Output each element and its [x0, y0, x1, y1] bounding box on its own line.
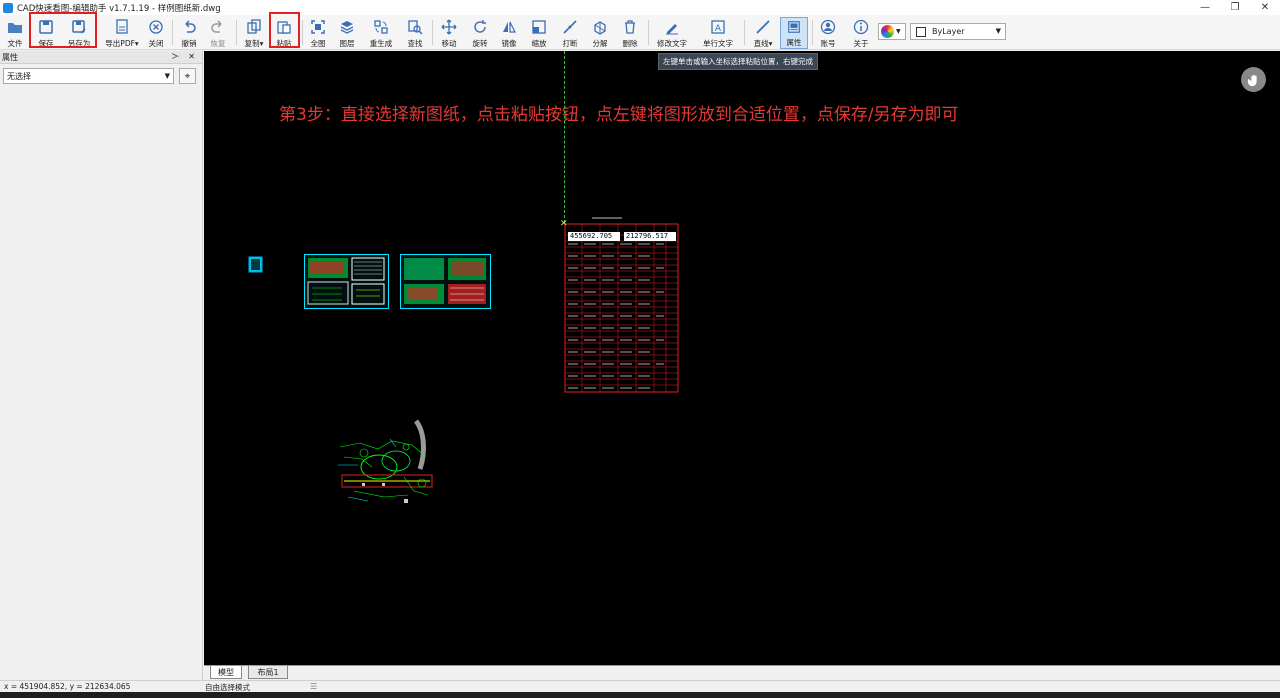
chevron-down-icon: ▼ [995, 27, 1001, 35]
restore-button[interactable]: ❐ [1220, 0, 1250, 15]
info-icon [853, 19, 869, 35]
trash-icon [625, 20, 635, 34]
properties-button[interactable]: 属性 [780, 17, 808, 49]
break-icon [563, 20, 577, 34]
snap-guide-line [564, 51, 565, 223]
panel-title: 属性 [2, 52, 18, 62]
move-icon [441, 19, 457, 35]
layer-dropdown-value: ByLayer [932, 27, 965, 36]
layout-tabs: 模型 布局1 [204, 665, 1280, 680]
crosshair-icon: ⌖ [184, 70, 191, 82]
redo-icon [211, 20, 222, 33]
edit-text-button[interactable]: 修改文字 [654, 17, 690, 49]
toolbar-divider [432, 20, 433, 45]
user-icon [820, 19, 836, 35]
export-pdf-button[interactable]: 导出PDF▾ [104, 17, 140, 49]
chevron-down-icon: ▼ [896, 28, 901, 35]
tab-layout1[interactable]: 布局1 [248, 666, 288, 679]
taskbar-strip [0, 692, 1280, 698]
undo-button[interactable]: 撤销 [178, 17, 200, 49]
cursor-crosshair: ✕ [560, 219, 568, 229]
properties-panel: 属性 ᑁ ✕ 无选择 ▼ ⌖ [0, 51, 203, 680]
app-logo-icon [3, 2, 13, 13]
redo-button[interactable]: 恢复 [207, 17, 229, 49]
drawing-sheets-group [304, 254, 491, 309]
account-button[interactable]: 账号 [817, 17, 839, 49]
explode-button[interactable]: 分解 [589, 17, 611, 49]
find-button[interactable]: 查找 [404, 17, 426, 49]
search-icon [408, 20, 423, 35]
minimize-button[interactable]: — [1190, 0, 1220, 15]
line-button[interactable]: 直线▾ [750, 17, 776, 49]
selection-dropdown[interactable]: 无选择 ▼ [3, 68, 174, 84]
coordinate-input-x[interactable]: 455692.705 [568, 232, 620, 241]
explode-icon [594, 21, 606, 35]
mirror-icon [503, 21, 516, 33]
layer-color-swatch [916, 26, 926, 37]
panel-controls[interactable]: ᑁ ✕ [172, 52, 198, 61]
single-text-button[interactable]: A 单行文字 [700, 17, 736, 49]
undo-icon [185, 20, 196, 33]
coordinate-table-drawing [564, 217, 679, 393]
toolbar-divider [236, 20, 237, 45]
instruction-annotation: 第3步：直接选择新图纸，点击粘贴按钮，点左键将图形放到合适位置，点保存/另存为即… [279, 105, 959, 125]
paste-tooltip: 左键单击或输入坐标选择粘贴位置，右键完成 [658, 53, 818, 70]
coordinate-input-y[interactable]: 212796.517 [624, 232, 676, 241]
properties-panel-icon [788, 21, 800, 33]
window-controls: — ❐ ✕ [1190, 0, 1280, 15]
title-bar: CAD快速看图-编辑助手 v1.7.1.19 - 样例图纸新.dwg — ❐ ✕ [0, 0, 1280, 15]
site-plan-drawing [338, 419, 433, 503]
break-button[interactable]: 打断 [559, 17, 581, 49]
status-bar: x = 451904.852, y = 212634.065 自由选择模式 ☰ [0, 680, 1280, 692]
pen-icon [666, 24, 678, 35]
toolbar-divider [302, 20, 303, 45]
close-drawing-button[interactable]: 关闭 [145, 17, 167, 49]
toolbar-divider [744, 20, 745, 45]
regen-button[interactable]: 重生成 [366, 17, 396, 49]
file-button[interactable]: 文件 [4, 17, 26, 49]
save-highlight-box [29, 12, 97, 48]
chevron-down-icon: ▼ [164, 72, 170, 80]
color-wheel-icon [881, 25, 894, 38]
tab-model[interactable]: 模型 [210, 666, 242, 679]
toolbar-divider [648, 20, 649, 45]
copy-button[interactable]: 复制▾ [241, 17, 267, 49]
fit-view-icon [311, 20, 325, 34]
close-window-button[interactable]: ✕ [1250, 0, 1280, 15]
layer-dropdown[interactable]: ByLayer ▼ [910, 23, 1006, 40]
hand-icon [1247, 74, 1257, 86]
color-picker-dropdown[interactable]: ▼ [878, 23, 906, 40]
toolbar-divider [812, 20, 813, 45]
close-circle-icon [149, 20, 163, 34]
paste-highlight-box [269, 12, 300, 48]
full-view-button[interactable]: 全图 [307, 17, 329, 49]
scale-icon [532, 20, 546, 34]
text-icon: A [711, 20, 725, 34]
mirror-button[interactable]: 镜像 [498, 17, 520, 49]
delete-button[interactable]: 删除 [619, 17, 641, 49]
move-button[interactable]: 移动 [438, 17, 460, 49]
rotate-button[interactable]: 旋转 [469, 17, 491, 49]
regen-icon [374, 20, 388, 34]
rotate-icon [474, 20, 486, 33]
selection-value: 无选择 [7, 71, 31, 81]
drawing-canvas[interactable]: 左键单击或输入坐标选择粘贴位置，右键完成 第3步：直接选择新图纸，点击粘贴按钮，… [204, 51, 1280, 665]
drawing-block-small [248, 256, 263, 273]
pdf-export-icon [116, 19, 128, 34]
panel-header: 属性 ᑁ ✕ [0, 51, 202, 64]
folder-icon [8, 23, 22, 33]
pan-hand-button[interactable] [1241, 67, 1266, 92]
layers-button[interactable]: 图层 [336, 17, 358, 49]
svg-text:A: A [715, 24, 722, 34]
cursor-coordinates: x = 451904.852, y = 212634.065 [4, 682, 131, 691]
main-toolbar: 文件 保存 另存为 导出PDF▾ 关闭 撤销 恢复 复制▾ 粘贴 全图 图层 重… [0, 12, 1280, 50]
line-icon [756, 20, 770, 34]
quick-select-button[interactable]: ⌖ [179, 68, 196, 84]
about-button[interactable]: 关于 [850, 17, 872, 49]
layers-icon [340, 21, 354, 34]
toolbar-divider [172, 20, 173, 45]
scale-button[interactable]: 缩放 [528, 17, 550, 49]
copy-icon [247, 19, 261, 34]
menu-lines-icon[interactable]: ☰ [310, 682, 317, 691]
